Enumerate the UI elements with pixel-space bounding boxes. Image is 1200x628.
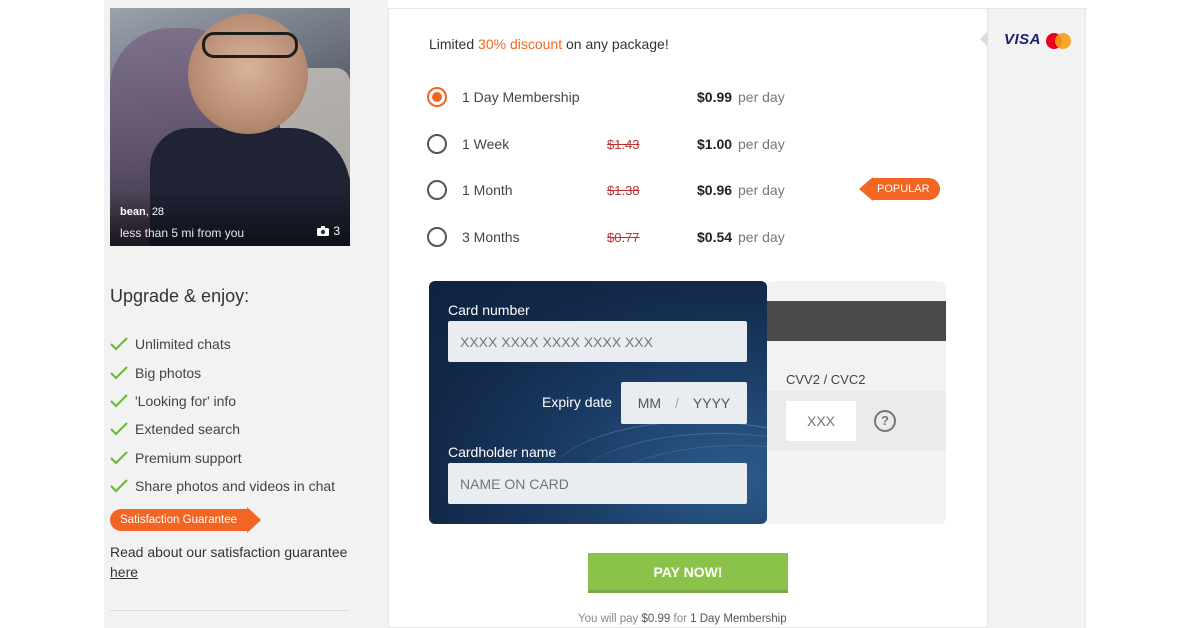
feature-label: Share photos and videos in chat — [135, 478, 336, 495]
discount-banner: Limited 30% discount on any package! — [429, 36, 669, 52]
payment-methods-panel: VISA — [980, 8, 1086, 628]
feature-label: Extended search — [135, 421, 241, 438]
cvv-label: CVV2 / CVC2 — [786, 372, 866, 387]
check-icon — [110, 450, 128, 465]
photo-glasses — [202, 32, 298, 58]
expiry-date-label: Expiry date — [542, 394, 613, 410]
radio-unselected[interactable] — [427, 134, 447, 154]
visa-logo: VISA — [1004, 31, 1042, 48]
plan-per: per day — [738, 182, 785, 198]
expiry-date-input[interactable]: MM / YYYY — [621, 382, 747, 424]
plan-per: per day — [738, 89, 785, 105]
feature-label: Premium support — [135, 449, 242, 466]
gutter — [360, 0, 388, 628]
expiry-year[interactable]: YYYY — [693, 395, 730, 411]
guarantee-description: Read about our satisfaction guarantee — [110, 544, 348, 560]
card-front: Card number Expiry date MM / YYYY Cardho… — [429, 281, 767, 524]
promo-discount: 30% discount — [478, 36, 563, 52]
plan-per: per day — [738, 136, 785, 152]
profile-age: 28 — [151, 206, 165, 218]
card-back: CVV2 / CVC2 ? — [766, 281, 946, 524]
summary-for: for — [673, 613, 687, 625]
summary-amount: $0.99 — [641, 613, 671, 625]
photo-count-value: 3 — [333, 224, 340, 238]
radio-unselected[interactable] — [427, 227, 447, 247]
check-icon — [110, 479, 128, 493]
plan-per: per day — [738, 229, 785, 245]
cardholder-name-label: Cardholder name — [448, 444, 557, 460]
summary-prefix: You will pay — [578, 613, 639, 625]
plan-name: 1 Day Membership — [462, 89, 580, 105]
feature-item: 'Looking for' info — [110, 387, 335, 415]
guarantee-badge-label: Satisfaction Guarantee — [110, 509, 247, 531]
mastercard-orange-circle — [1055, 33, 1071, 49]
profile-name: bean — [120, 206, 146, 218]
summary-plan: 1 Day Membership — [690, 613, 787, 625]
guarantee-text: Read about our satisfaction guarantee he… — [110, 542, 356, 582]
feature-item: Unlimited chats — [110, 330, 335, 358]
plan-price: $0.54 — [697, 229, 733, 245]
popular-badge-arrow — [859, 177, 873, 201]
plan-option-3-months[interactable]: 3 Months $0.77 $0.54 per day — [427, 222, 967, 252]
feature-item: Share photos and videos in chat — [110, 472, 335, 500]
cvv-input[interactable] — [786, 401, 856, 441]
plan-old-price: $1.43 — [607, 136, 640, 152]
feature-label: 'Looking for' info — [135, 392, 237, 409]
divider — [110, 610, 350, 611]
camera-icon — [317, 226, 330, 236]
plan-option-1-month[interactable]: 1 Month $1.38 $0.96 per day POPULAR — [427, 175, 967, 205]
promo-suffix: on any package! — [565, 36, 669, 52]
expiry-month[interactable]: MM — [638, 395, 661, 411]
profile-name-age: bean, 28 — [120, 206, 165, 218]
feature-item: Premium support — [110, 444, 335, 472]
help-icon[interactable]: ? — [874, 410, 896, 432]
upgrade-title: Upgrade & enjoy: — [110, 286, 250, 306]
popular-badge-label: POPULAR — [873, 178, 940, 200]
profile-distance: less than 5 mi from you — [120, 226, 245, 240]
plan-option-1-week[interactable]: 1 Week $1.43 $1.00 per day — [427, 129, 967, 159]
check-icon — [110, 337, 128, 351]
plan-price: $1.00 — [697, 136, 733, 152]
left-sidebar: bean, 28 less than 5 mi from you 3 Upgra… — [104, 0, 360, 628]
mastercard-logo — [1046, 33, 1072, 49]
plan-old-price: $0.77 — [607, 229, 640, 245]
check-icon — [110, 422, 128, 436]
payment-panel: Limited 30% discount on any package! 1 D… — [388, 8, 988, 628]
guarantee-badge-arrow — [247, 507, 261, 533]
plan-name: 3 Months — [462, 229, 520, 245]
popular-badge: POPULAR — [859, 177, 940, 201]
payment-summary: You will pay $0.99 for 1 Day Membership — [578, 613, 787, 625]
radio-unselected[interactable] — [427, 180, 447, 200]
card-number-label: Card number — [448, 302, 530, 318]
photo-count[interactable]: 3 — [317, 224, 340, 238]
card-number-input[interactable] — [448, 321, 747, 362]
feature-item: Big photos — [110, 358, 335, 386]
satisfaction-guarantee-badge: Satisfaction Guarantee — [110, 507, 261, 533]
plan-price: $0.96 — [697, 182, 733, 198]
plan-old-price: $1.38 — [607, 182, 640, 198]
feature-label: Unlimited chats — [135, 336, 231, 353]
guarantee-link[interactable]: here — [110, 564, 138, 580]
radio-selected[interactable] — [427, 87, 447, 107]
check-icon — [110, 365, 128, 380]
feature-list: Unlimited chats Big photos 'Looking for'… — [110, 330, 335, 500]
payment-page: bean, 28 less than 5 mi from you 3 Upgra… — [0, 0, 1200, 628]
feature-label: Big photos — [135, 364, 202, 381]
profile-photo-card[interactable]: bean, 28 less than 5 mi from you 3 — [110, 8, 350, 246]
plan-name: 1 Month — [462, 182, 513, 198]
cardholder-name-input[interactable] — [448, 463, 747, 504]
check-icon — [110, 394, 128, 408]
expiry-separator: / — [675, 395, 679, 411]
plan-name: 1 Week — [462, 136, 510, 152]
panel-notch — [980, 31, 988, 47]
feature-item: Extended search — [110, 415, 335, 443]
magnetic-stripe — [766, 301, 946, 341]
plan-option-1-day[interactable]: 1 Day Membership $0.99 per day — [427, 82, 967, 112]
pay-now-button[interactable]: PAY NOW! — [588, 553, 788, 593]
plan-price: $0.99 — [697, 89, 733, 105]
promo-prefix: Limited — [429, 36, 475, 52]
